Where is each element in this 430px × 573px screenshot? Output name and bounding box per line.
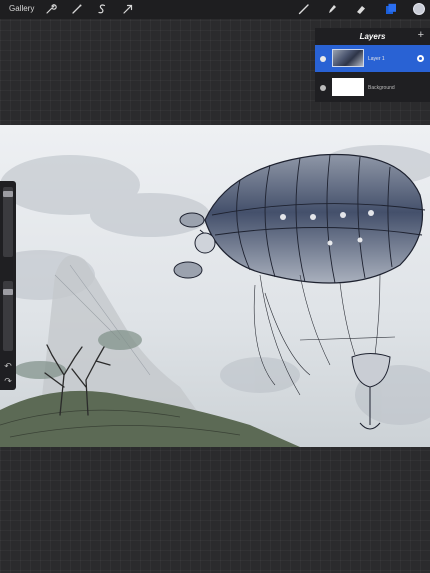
redo-icon[interactable]: ↷: [3, 376, 13, 386]
left-sidebar: ↶ ↷: [0, 181, 16, 390]
brush-icon[interactable]: [298, 3, 310, 15]
layer-thumbnail: [332, 78, 364, 96]
layers-title: Layers: [359, 32, 386, 41]
wrench-icon[interactable]: [45, 3, 57, 15]
layer-name: Background: [368, 85, 395, 91]
color-swatch-icon[interactable]: [413, 3, 425, 15]
add-layer-button[interactable]: +: [418, 29, 424, 41]
opacity-thumb[interactable]: [3, 289, 13, 295]
layer-name: Layer 1: [368, 56, 385, 62]
brush-size-slider[interactable]: [3, 187, 13, 257]
layer-row-background[interactable]: Background: [315, 74, 430, 101]
layer-visibility-dot[interactable]: [320, 56, 326, 62]
layer-visibility-dot[interactable]: [320, 85, 326, 91]
top-toolbar: Gallery: [0, 0, 430, 19]
transform-arrow-icon[interactable]: [122, 3, 134, 15]
gallery-button[interactable]: Gallery: [9, 4, 34, 13]
layers-panel: Layers + Layer 1 Background: [315, 28, 430, 102]
brush-size-thumb[interactable]: [3, 191, 13, 197]
smudge-icon[interactable]: [326, 3, 338, 15]
undo-icon[interactable]: ↶: [3, 361, 13, 371]
layer-thumbnail: [332, 49, 364, 67]
layer-row-layer-1[interactable]: Layer 1: [315, 45, 430, 72]
adjustments-wand-icon[interactable]: [71, 3, 83, 15]
selection-s-icon[interactable]: [96, 3, 108, 15]
layer-visible-checkbox[interactable]: [417, 55, 424, 62]
drawing-canvas[interactable]: [0, 125, 430, 447]
eraser-icon[interactable]: [355, 3, 367, 15]
layers-icon[interactable]: [385, 3, 397, 15]
